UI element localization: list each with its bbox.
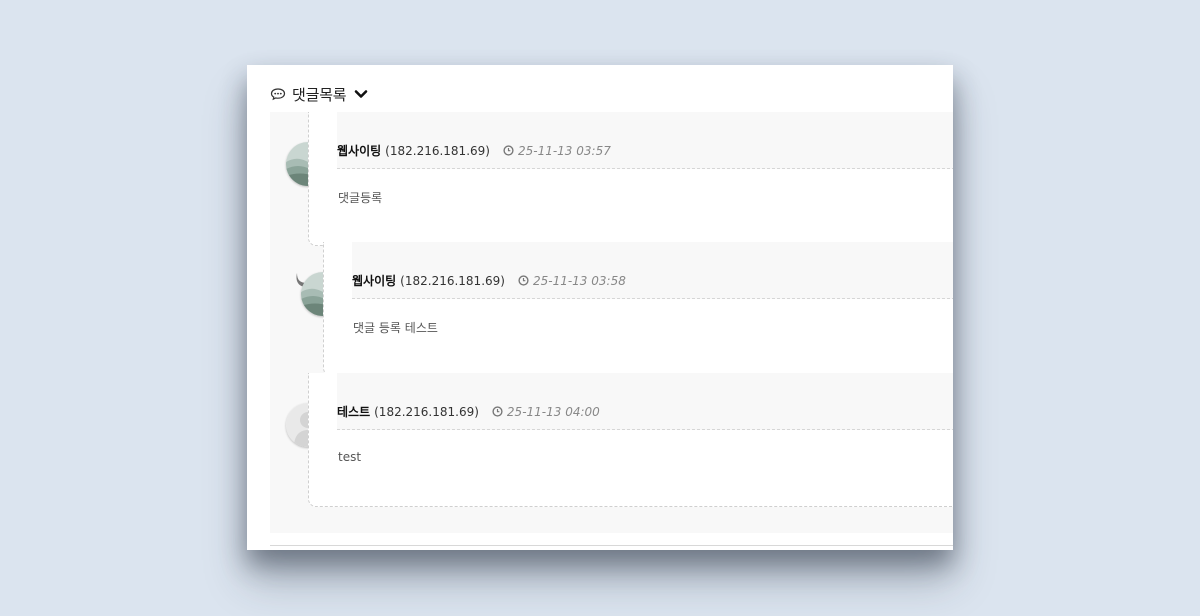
comment-date: 25-11-13 03:57	[517, 143, 611, 158]
comment-content: 댓글등록	[338, 191, 383, 205]
comment-meta: 웹사이팅 (182.216.181.69) 25-11-13 03:57	[337, 112, 953, 169]
comment-box: 테스트 (182.216.181.69) 25-11-13 04:00 test	[308, 373, 953, 507]
comment-box: 웹사이팅 (182.216.181.69) 25-11-13 03:57 댓글등…	[308, 112, 953, 246]
clock-icon	[503, 145, 514, 156]
comment-item: 테스트 (182.216.181.69) 25-11-13 04:00 test	[270, 373, 953, 513]
comment-list-header[interactable]: 댓글목록	[270, 83, 368, 105]
clock-icon	[492, 406, 503, 417]
comment-ip: (182.216.181.69)	[374, 404, 479, 419]
comment-ip: (182.216.181.69)	[385, 143, 490, 158]
comment-list-title: 댓글목록	[292, 85, 347, 104]
chevron-down-icon[interactable]	[354, 87, 368, 101]
comment-content: test	[338, 450, 362, 464]
comment-author[interactable]: 테스트	[337, 403, 370, 420]
comment-ip: (182.216.181.69)	[400, 273, 505, 288]
comment-author[interactable]: 웹사이팅	[352, 272, 396, 289]
comment-date: 25-11-13 03:58	[532, 273, 626, 288]
comment-item: 웹사이팅 (182.216.181.69) 25-11-13 03:57 댓글등…	[270, 112, 953, 247]
comment-meta: 테스트 (182.216.181.69) 25-11-13 04:00	[337, 373, 953, 430]
comment-content: 댓글 등록 테스트	[353, 321, 438, 335]
comment-form-edge	[270, 545, 953, 550]
speech-bubble-icon	[270, 88, 286, 101]
comment-item-reply: 웹사이팅 (182.216.181.69) 25-11-13 03:58 댓글 …	[270, 242, 953, 377]
comment-date: 25-11-13 04:00	[506, 404, 600, 419]
comment-author[interactable]: 웹사이팅	[337, 142, 381, 159]
comment-list: 웹사이팅 (182.216.181.69) 25-11-13 03:57 댓글등…	[270, 112, 953, 533]
comment-meta: 웹사이팅 (182.216.181.69) 25-11-13 03:58	[352, 242, 953, 299]
clock-icon	[518, 275, 529, 286]
comment-box: 웹사이팅 (182.216.181.69) 25-11-13 03:58 댓글 …	[323, 242, 953, 376]
comment-section-card: 댓글목록 웹사이팅 (182.216.181.69) 25-11-13 03:5…	[247, 65, 953, 550]
